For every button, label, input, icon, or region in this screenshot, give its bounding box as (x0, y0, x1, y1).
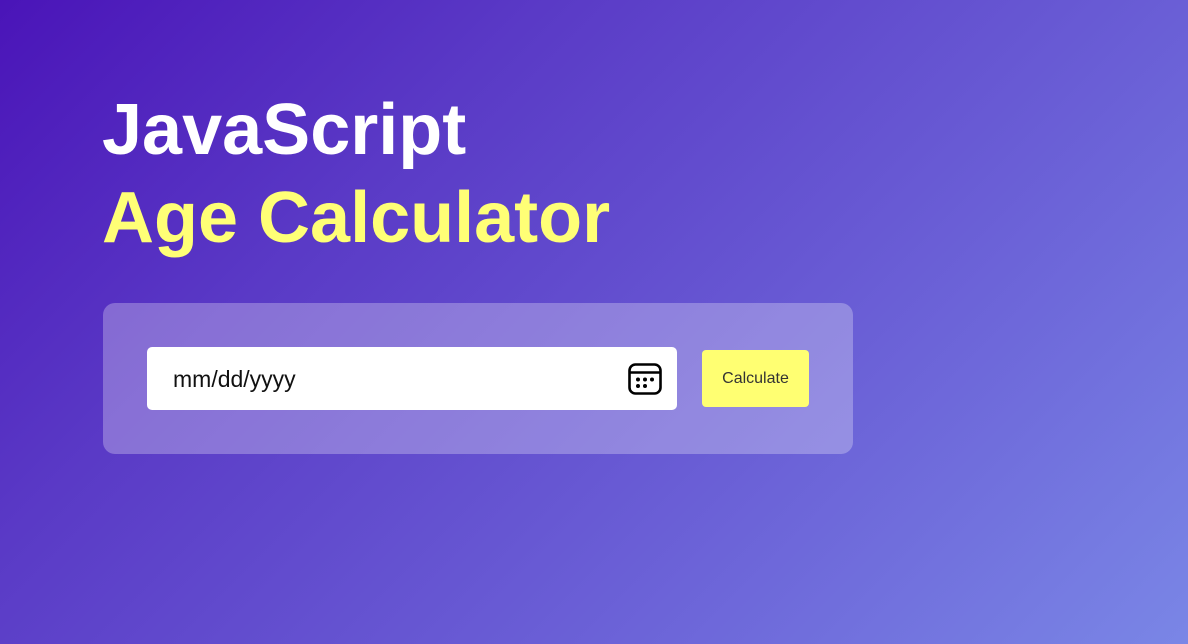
page-title: JavaScript Age Calculator (102, 86, 610, 262)
title-line-javascript: JavaScript (102, 90, 467, 170)
calculate-button[interactable]: Calculate (702, 350, 809, 407)
date-placeholder: mm/dd/yyyy (173, 366, 296, 392)
calendar-icon[interactable] (627, 361, 663, 397)
calculator-panel: mm/dd/yyyy Calculate (103, 303, 853, 454)
title-line-age-calculator: Age Calculator (102, 178, 611, 258)
birthdate-input[interactable]: mm/dd/yyyy (147, 347, 677, 410)
